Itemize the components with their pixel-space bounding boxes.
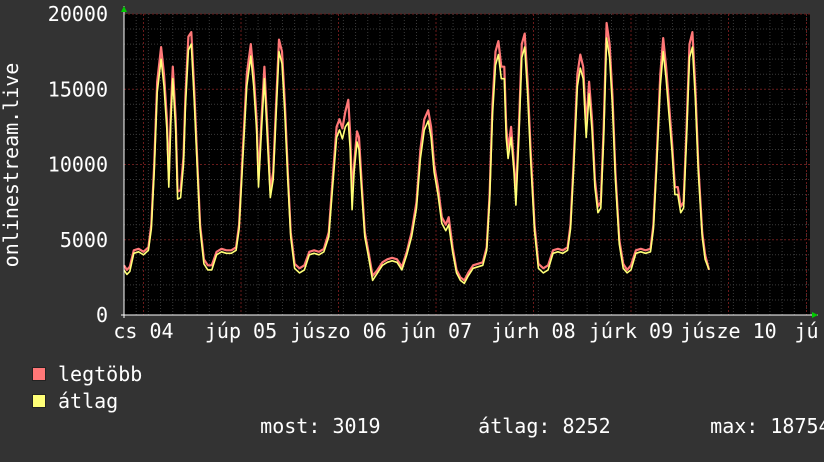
y-tick-label: 20000 <box>48 2 108 26</box>
stat-avg-label: átlag: <box>478 414 551 438</box>
stat-now: most: 3019 <box>212 390 381 462</box>
y-axis-label: onlinestream.live <box>0 63 23 268</box>
chart-root: 0 5000 10000 15000 20000 cs 04 júp 05 júszo 06 j… <box>0 0 824 438</box>
x-tick-label: jún 07 <box>400 319 472 343</box>
stat-now-value: 3019 <box>332 414 381 438</box>
x-tick-label: júszo 06 <box>290 319 386 343</box>
y-tick-label: 0 <box>96 303 108 327</box>
legend-item-max: legtöbb <box>32 362 143 386</box>
stat-max-label: max: <box>710 414 759 438</box>
y-tick-label: 10000 <box>48 153 108 177</box>
y-tick-label: 15000 <box>48 77 108 101</box>
legend-item-avg: átlag <box>32 389 119 413</box>
stat-now-label: most: <box>260 414 321 438</box>
stat-avg: átlag: 8252 <box>430 390 611 462</box>
x-tick-label: júrh 08 <box>491 319 575 343</box>
x-tick-label: júrk 09 <box>589 319 673 343</box>
legend-label-max: legtöbb <box>58 362 143 386</box>
x-tick-label: cs 04 <box>113 319 173 343</box>
legend-swatch-max <box>32 367 46 381</box>
x-tick-label: júp 05 <box>205 319 277 343</box>
legend-label-avg: átlag <box>58 389 119 413</box>
stat-avg-value: 8252 <box>562 414 611 438</box>
stat-max-value: 18754 <box>770 414 824 438</box>
x-tick-label: júsze 10 <box>680 319 776 343</box>
x-axis-arrow <box>812 312 818 318</box>
y-axis-arrow <box>121 6 127 12</box>
legend-swatch-avg <box>32 394 46 408</box>
stat-max: max: 18754 <box>662 390 824 462</box>
y-tick-label: 5000 <box>60 228 108 252</box>
x-tick-label: jú <box>794 319 818 343</box>
